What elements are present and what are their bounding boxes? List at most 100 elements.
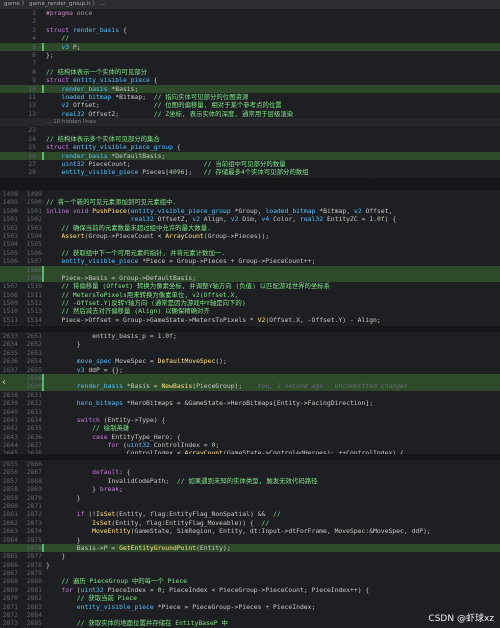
code-text: entity_visible_piece *Piece = Group->Pie… bbox=[61, 257, 316, 266]
code-line[interactable]: 9 struct entity_visible_piece { bbox=[0, 76, 500, 84]
code-line[interactable]: 1505 1506 // 获取组中下一个可用元素的指针, 并将元素计数加一. bbox=[0, 249, 500, 257]
code-line[interactable]: 2863 2874 MoveEntity(GameState, SimRegion… bbox=[0, 527, 500, 535]
pane-divider bbox=[0, 178, 500, 190]
code-line[interactable]: 26 render_basis *DefaultBasis; bbox=[0, 151, 500, 161]
line-number: 27 bbox=[28, 160, 36, 169]
code-line[interactable]: 2639 2632 hero_bitmaps *HeroBitmaps = &Ga… bbox=[0, 399, 500, 407]
code-line[interactable]: 2862 2873 IsSet(Entity, flag:EntityFlag_M… bbox=[0, 519, 500, 527]
code-line[interactable]: 2864 2875 } bbox=[0, 536, 500, 544]
code-line[interactable]: 2855 2866 bbox=[0, 460, 500, 468]
code-line[interactable]: 2633 2651 entity_basis_p = 1.0f; bbox=[0, 332, 500, 340]
code-text: default: { bbox=[92, 468, 131, 477]
code-line[interactable]: 1499 1500// 将一个新的可见元素添加到可见元素组中. bbox=[0, 198, 500, 206]
code-text: } bbox=[46, 340, 81, 349]
code-line[interactable]: 2642 2635 // 绘制英雄 bbox=[0, 424, 500, 432]
line-number: 11 bbox=[28, 92, 36, 101]
line-number-new: 2637 bbox=[26, 441, 42, 450]
code-line[interactable]: 1 #pragma once bbox=[0, 9, 500, 17]
code-line[interactable]: 5 v3 P; bbox=[0, 42, 500, 51]
code-line[interactable]: 2860 2871 bbox=[0, 502, 500, 510]
line-number-new: 1499 bbox=[26, 190, 42, 198]
code-text: // 将偏移量 (Offset) 转换为像素坐标, 并调整Y轴方向 (负值) 以… bbox=[46, 282, 331, 291]
line-number-new: 2633 bbox=[26, 407, 42, 416]
code-line[interactable]: 2865 2877 } bbox=[0, 552, 500, 560]
code-line[interactable]: 2635 2653 bbox=[0, 349, 500, 357]
code-line[interactable]: 2866 2878} bbox=[0, 561, 500, 569]
line-number-new: 2651 bbox=[26, 332, 42, 340]
code-line[interactable]: 2 bbox=[0, 17, 500, 25]
code-line[interactable]: 1508 1511 // MetersToPixels用来转换为像素单位, v2(… bbox=[0, 291, 500, 299]
code-text: InvalidCodePath; // 如果遇到未知的实体类型, 触发无效代码路… bbox=[46, 476, 318, 485]
code-line[interactable]: 1500 1501 inline void PushPiece(entity_vis… bbox=[0, 207, 500, 215]
code-line[interactable]: 1503 1504 Assert(Group->PieceCount < Arra… bbox=[0, 232, 500, 240]
editor-pane-update: 2633 2651 entity_basis_p = 1.0f; 2634 2652 … bbox=[0, 332, 500, 454]
code-text: v3 ddP = {}; bbox=[76, 365, 123, 374]
code-line[interactable]: 2858 2869 } break; bbox=[0, 485, 500, 493]
code-line[interactable]: 2871 2883 entity_visible_piece *Piece = P… bbox=[0, 603, 500, 611]
line-number-new: 1511 bbox=[26, 290, 42, 299]
code-line[interactable]: 2876 Basis->P = GetEntityGroundPoint(Ent… bbox=[0, 543, 500, 553]
code-line[interactable]: 7 bbox=[0, 59, 500, 67]
code-line[interactable]: 2638 2631 bbox=[0, 391, 500, 399]
code-line[interactable]: 10 render_basis *Basis; bbox=[0, 84, 500, 93]
code-line[interactable]: 2656 bbox=[0, 373, 500, 383]
code-line[interactable]: 2868 2880 // 遍历 PieceGroup 中的每一个 Piece bbox=[0, 577, 500, 585]
line-number-new: 1513 bbox=[26, 307, 42, 316]
code-line[interactable]: 2643 2636 case EntityType_Hero: { bbox=[0, 433, 500, 441]
line-number-new: 2871 bbox=[26, 501, 42, 510]
code-line[interactable]: 2870 2882 // 获取当前 Piece bbox=[0, 594, 500, 602]
code-line[interactable]: 6}; bbox=[0, 51, 500, 59]
code-line[interactable]: 2869 2881 for (uint32 PieceIndex = 0; Pie… bbox=[0, 586, 500, 594]
code-line[interactable]: 2873 2885 // 获取实体的地面位置并存储在 EntityBaseP 中 bbox=[0, 619, 500, 627]
code-line[interactable]: 1502 1503 // 确保当前的元素数量未超过组中允许的最大数量. bbox=[0, 224, 500, 232]
code-line[interactable]: 1504 1505 bbox=[0, 240, 500, 248]
hidden-lines-toggle[interactable]: ... 10 hidden lines bbox=[0, 118, 500, 127]
code-line[interactable]: 2636 2654 move_spec MoveSpec = DefaultMov… bbox=[0, 357, 500, 365]
line-number: 13 bbox=[28, 109, 36, 118]
code-line[interactable]: 2859 2870 } bbox=[0, 494, 500, 502]
code-line[interactable]: 2630 render_basis *Basis = NewBasis(Piec… bbox=[0, 382, 500, 391]
code-text: case EntityType_Hero: { bbox=[92, 432, 181, 441]
code-line[interactable]: 1506 1507 entity_visible_piece *Piece = G… bbox=[0, 257, 500, 265]
code-line[interactable]: 24 // 结构体表示多个实体可见部分的集合 bbox=[0, 135, 500, 143]
line-number-new: 2866 bbox=[26, 460, 42, 468]
code-line[interactable]: 2634 2652 } bbox=[0, 340, 500, 348]
code-line[interactable]: 2856 2867 default: { bbox=[0, 468, 500, 476]
code-line[interactable]: 3 struct render_basis { bbox=[0, 26, 500, 34]
code-text: render_basis *DefaultBasis; bbox=[61, 151, 166, 160]
diff-added-marker bbox=[42, 382, 44, 391]
code-line[interactable]: 13 real32 OffsetZ; // Z坐标, 表示实体的深度, 通常用于… bbox=[0, 110, 500, 118]
code-line[interactable]: 2644 2637 for (uint32 ControlIndex = 0; bbox=[0, 441, 500, 449]
editor-pane-header: game 〉 game_render_group.h 〉 ... 1 #pragm… bbox=[0, 0, 500, 178]
line-number: 7 bbox=[32, 59, 36, 68]
line-number-new: 1501 bbox=[26, 206, 42, 215]
code-line[interactable]: 1507 1510 // 将偏移量 (Offset) 转换为像素坐标, 并调整Y轴… bbox=[0, 282, 500, 290]
code-block: 2633 2651 entity_basis_p = 1.0f; 2634 2652 … bbox=[0, 332, 500, 454]
code-line[interactable]: 1501 1502 real32 OffsetZ, v2 Align, v2 Di… bbox=[0, 215, 500, 223]
code-line[interactable]: 1508 bbox=[0, 265, 500, 274]
code-line[interactable]: 8 // 结构体表示一个实体的可见部分 bbox=[0, 68, 500, 76]
code-line[interactable]: 2857 2868 InvalidCodePath; // 如果遇到未知的实体类型… bbox=[0, 477, 500, 485]
line-number-new: 1508 bbox=[26, 265, 42, 274]
fold-arrow-icon[interactable]: ‹ bbox=[1, 377, 7, 388]
code-text: } break; bbox=[46, 485, 123, 494]
code-line[interactable]: 28 entity_visible_piece Pieces[4096]; //… bbox=[0, 168, 500, 176]
code-line[interactable]: 23 bbox=[0, 126, 500, 134]
code-line[interactable]: 25 struct entity_visible_piece_group { bbox=[0, 143, 500, 151]
code-text: // bbox=[46, 34, 70, 43]
code-text: // 获取当前 Piece bbox=[46, 594, 137, 603]
code-line[interactable]: 2640 2633 bbox=[0, 408, 500, 416]
code-text: struct render_basis { bbox=[46, 25, 127, 34]
code-line[interactable]: 4 // bbox=[0, 34, 500, 42]
code-line[interactable]: 1510 1513 // 然后减去对齐偏移量 (Align) 以确保精确对齐 bbox=[0, 307, 500, 315]
code-text: move_spec MoveSpec = DefaultMoveSpec(); bbox=[76, 357, 227, 366]
diff-added-marker bbox=[42, 543, 44, 553]
code-line[interactable]: 2637 2655 v3 ddP = {}; bbox=[0, 366, 500, 374]
code-line[interactable]: 12 v2 Offset; // 位图的偏移量, 相对于某个参考点的位置 bbox=[0, 101, 500, 109]
code-line[interactable]: 1511 1514 Piece->Offset = Group->GameStat… bbox=[0, 316, 500, 324]
line-number-new: 2655 bbox=[26, 365, 42, 374]
code-line[interactable]: 2861 2872 if (!IsSet(Entity, flag:EntityF… bbox=[0, 510, 500, 518]
